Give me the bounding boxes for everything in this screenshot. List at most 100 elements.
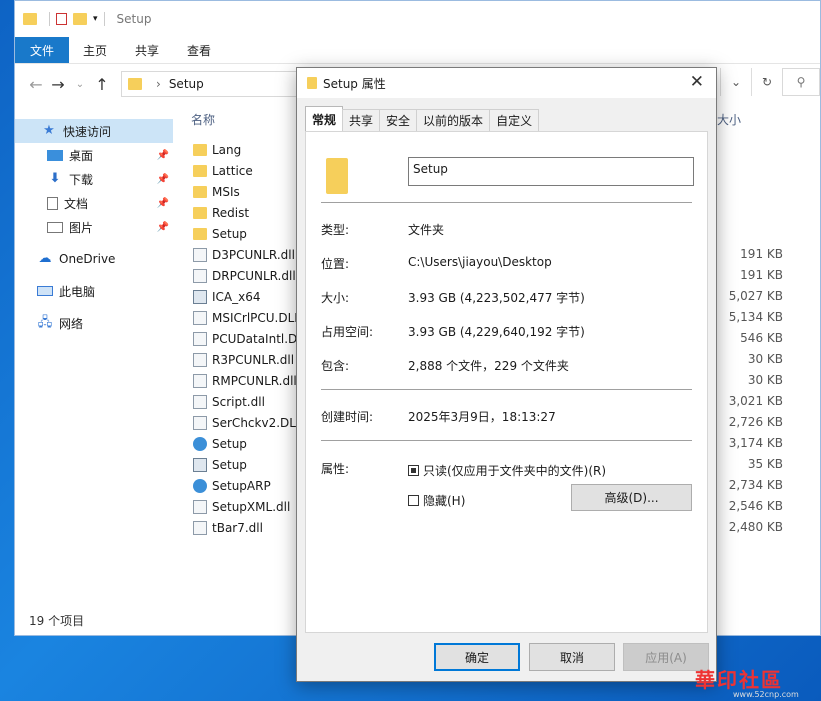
sidebar-item-label: OneDrive	[59, 252, 116, 266]
created-value: 2025年3月9日，18:13:27	[408, 410, 556, 424]
list-item[interactable]: SetupXML.dll	[193, 496, 311, 517]
tab-previous-versions[interactable]: 以前的版本	[416, 109, 491, 131]
watermark-url: www.52cnp.com	[733, 690, 799, 699]
pin-icon[interactable]: 📌	[157, 222, 169, 233]
sidebar-item-downloads[interactable]: ⬇ 下载 📌	[15, 167, 173, 191]
column-header-name[interactable]: 名称	[191, 111, 215, 128]
location-value: C:\Users\jiayou\Desktop	[408, 255, 552, 269]
list-item[interactable]: DRPCUNLR.dll	[193, 265, 311, 286]
address-path: Setup	[168, 77, 204, 91]
folder-icon	[193, 206, 207, 219]
dll-file-icon	[193, 499, 207, 514]
sidebar-item-label: 下载	[69, 172, 94, 187]
pin-icon[interactable]: 📌	[157, 174, 169, 185]
tab-sharing[interactable]: 共享	[342, 109, 381, 131]
setup-app-icon	[193, 436, 207, 451]
file-size: 191 KB	[740, 268, 783, 282]
star-icon: ★	[43, 123, 55, 138]
size-label: 大小:	[321, 291, 350, 305]
refresh-icon[interactable]: ↻	[751, 68, 782, 96]
dll-file-icon	[193, 520, 207, 535]
cloud-icon: ☁	[38, 251, 52, 266]
divider	[321, 440, 692, 441]
hidden-checkbox-row[interactable]: 隐藏(H)	[408, 492, 465, 509]
hidden-label: 隐藏(H)	[423, 494, 466, 508]
tab-home[interactable]: 主页	[69, 37, 121, 63]
recent-locations-icon[interactable]: ⌄	[69, 79, 91, 90]
list-item[interactable]: MSIs	[193, 181, 311, 202]
tab-view[interactable]: 查看	[173, 37, 225, 63]
list-item[interactable]: Setup	[193, 433, 311, 454]
sidebar-item-this-pc[interactable]: 此电脑	[15, 279, 173, 303]
watermark-text: 華印社區	[695, 668, 783, 692]
file-size	[715, 202, 783, 223]
list-item[interactable]: Setup	[193, 223, 311, 244]
setup-app-icon	[193, 478, 207, 493]
dll-file-icon	[193, 268, 207, 283]
desktop-icon	[47, 149, 63, 161]
pin-icon[interactable]: 📌	[157, 150, 169, 161]
divider	[49, 12, 50, 26]
list-item[interactable]: Script.dll	[193, 391, 311, 412]
sidebar-item-pictures[interactable]: 图片 📌	[15, 215, 173, 239]
general-tab-page: Setup 类型: 文件夹 位置: C:\Users\jiayou\Deskto…	[305, 131, 708, 633]
ok-button[interactable]: 确定	[434, 643, 520, 671]
readonly-checkbox[interactable]	[408, 465, 419, 476]
sidebar-item-quick-access[interactable]: ★ 快速访问	[15, 119, 173, 143]
file-size: 2,480 KB	[728, 520, 783, 534]
dll-file-icon	[193, 310, 207, 325]
list-item[interactable]: Lang	[193, 139, 311, 160]
sidebar-item-desktop[interactable]: 桌面 📌	[15, 143, 173, 167]
sidebar-item-onedrive[interactable]: ☁ OneDrive	[15, 247, 173, 271]
sidebar-item-documents[interactable]: 文档 📌	[15, 191, 173, 215]
folder-icon	[23, 13, 37, 25]
chevron-down-icon[interactable]: ⌄	[720, 68, 751, 96]
list-item[interactable]: Redist	[193, 202, 311, 223]
advanced-button[interactable]: 高级(D)...	[571, 484, 692, 511]
list-item[interactable]: D3PCUNLR.dll	[193, 244, 311, 265]
up-arrow-icon[interactable]: ↑	[91, 75, 113, 94]
new-folder-icon[interactable]	[73, 13, 87, 25]
divider	[321, 389, 692, 390]
tab-customize[interactable]: 自定义	[489, 109, 540, 131]
computer-icon	[37, 286, 53, 296]
list-item[interactable]: RMPCUNLR.dll	[193, 370, 311, 391]
close-icon[interactable]: ✕	[690, 72, 704, 92]
tab-security[interactable]: 安全	[379, 109, 418, 131]
search-icon[interactable]: ⚲	[782, 68, 820, 96]
file-size: 5,027 KB	[728, 289, 783, 303]
pin-icon[interactable]: 📌	[157, 198, 169, 209]
download-icon: ⬇	[49, 171, 61, 186]
folder-name-field[interactable]: Setup	[408, 157, 694, 186]
divider	[103, 12, 105, 26]
folder-icon	[193, 164, 207, 177]
tab-file[interactable]: 文件	[15, 37, 70, 63]
tab-general[interactable]: 常规	[305, 106, 344, 131]
contains-label: 包含:	[321, 359, 350, 373]
list-item[interactable]: SetupARP	[193, 475, 311, 496]
list-item[interactable]: ICA_x64	[193, 286, 311, 307]
column-header-size[interactable]: 大小	[717, 111, 741, 128]
list-item[interactable]: SerChckv2.DLL	[193, 412, 311, 433]
list-item[interactable]: PCUDataIntl.DLL	[193, 328, 311, 349]
list-item[interactable]: tBar7.dll	[193, 517, 311, 538]
hidden-checkbox[interactable]	[408, 495, 419, 506]
properties-icon[interactable]	[56, 13, 67, 25]
cancel-button[interactable]: 取消	[529, 643, 615, 671]
list-item[interactable]: Lattice	[193, 160, 311, 181]
list-item[interactable]: R3PCUNLR.dll	[193, 349, 311, 370]
file-size	[715, 181, 783, 202]
folder-icon	[193, 143, 207, 156]
list-item[interactable]: MSICrlPCU.DLL	[193, 307, 311, 328]
forward-arrow-icon[interactable]: →	[47, 75, 69, 94]
dll-file-icon	[193, 373, 207, 388]
readonly-checkbox-row[interactable]: 只读(仅应用于文件夹中的文件)(R)	[408, 462, 606, 479]
sidebar-item-network[interactable]: 🖧 网络	[15, 311, 173, 335]
list-item[interactable]: Setup	[193, 454, 311, 475]
quick-access-dropdown-icon[interactable]: ▾	[93, 14, 98, 24]
picture-icon	[47, 221, 63, 233]
tab-share[interactable]: 共享	[121, 37, 173, 63]
file-size: 30 KB	[747, 352, 783, 366]
chevron-right-icon: ›	[156, 77, 161, 91]
back-arrow-icon[interactable]: ←	[25, 75, 47, 94]
